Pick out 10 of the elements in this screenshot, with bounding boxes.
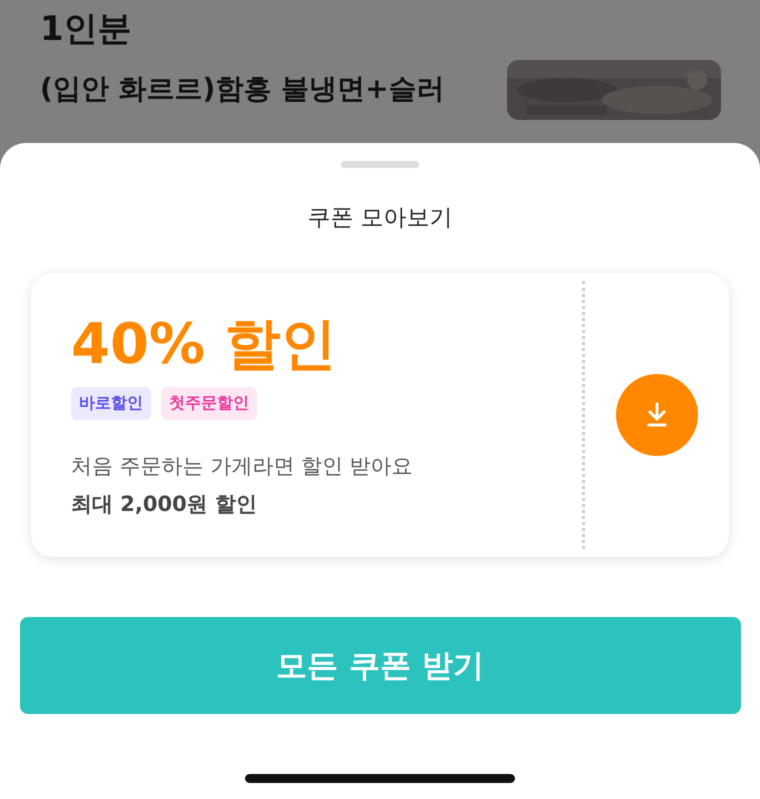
max-discount: 최대 2,000원 할인: [71, 491, 258, 518]
coupon-tag: 첫주문할인: [161, 387, 257, 420]
coupon-description: 처음 주문하는 가게라면 할인 받아요: [71, 453, 414, 480]
get-all-coupons-button[interactable]: 모든 쿠폰 받기: [20, 617, 740, 714]
coupon-tag: 바로할인: [71, 387, 151, 420]
menu-item-name: (입안 화르르)함흥 불냉면+슬러: [40, 71, 445, 107]
section-title: 1인분: [40, 8, 133, 51]
sheet-title: 쿠폰 모아보기: [307, 204, 453, 233]
discount-amount: 40% 할인: [71, 313, 338, 377]
drag-handle[interactable]: [341, 161, 419, 168]
